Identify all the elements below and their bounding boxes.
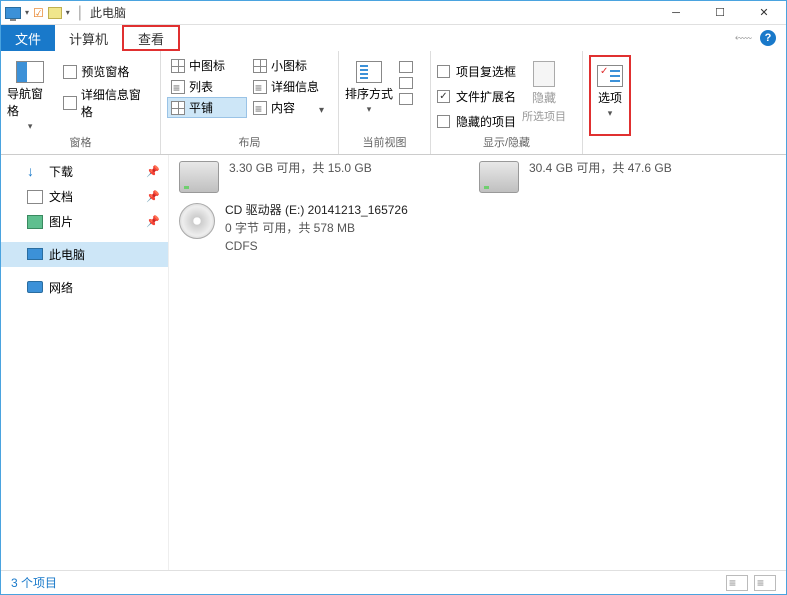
qat-check-icon[interactable]: ☑ bbox=[33, 6, 44, 20]
minimize-button[interactable]: ─ bbox=[654, 1, 698, 24]
pin-icon: 📌 bbox=[146, 165, 160, 178]
maximize-button[interactable]: ☐ bbox=[698, 1, 742, 24]
layout-medium-icons[interactable]: 中图标 bbox=[167, 55, 247, 76]
titlebar: ▾ ☑ ▾ | 此电脑 ─ ☐ ✕ bbox=[1, 1, 786, 25]
hide-selected-button[interactable]: 隐藏 所选项目 bbox=[522, 55, 566, 132]
sort-by-button[interactable]: 排序方式 ▾ bbox=[345, 55, 393, 132]
drive-freespace: 3.30 GB 可用，共 15.0 GB bbox=[229, 159, 372, 177]
file-extensions-toggle[interactable]: ✓文件扩展名 bbox=[437, 86, 516, 107]
ribbon: 导航窗格 ▾ 预览窗格 详细信息窗格 窗格 中图标 小图标 bbox=[1, 51, 786, 155]
list-icon bbox=[171, 80, 185, 94]
layout-group-label: 布局 bbox=[167, 132, 332, 154]
drive-title: CD 驱动器 (E:) 20141213_165726 bbox=[225, 201, 408, 219]
pin-icon: 📌 bbox=[146, 190, 160, 203]
layout-details[interactable]: 详细信息 bbox=[249, 76, 329, 97]
preview-pane-icon bbox=[63, 65, 77, 79]
tab-computer[interactable]: 计算机 bbox=[55, 25, 122, 51]
drive-filesystem: CDFS bbox=[225, 237, 408, 255]
options-button[interactable]: 选项 ▾ bbox=[597, 59, 623, 119]
item-count: 3 个项目 bbox=[11, 574, 57, 591]
layout-content[interactable]: 内容 bbox=[249, 97, 315, 118]
sidebar-item-pictures[interactable]: 图片 📌 bbox=[1, 209, 168, 234]
hide-icon bbox=[533, 61, 555, 87]
thispc-icon bbox=[27, 248, 43, 262]
tiles-icon bbox=[171, 101, 185, 115]
tab-view[interactable]: 查看 bbox=[122, 25, 180, 51]
size-columns-icon[interactable] bbox=[399, 93, 413, 105]
view-large-toggle[interactable] bbox=[754, 575, 776, 591]
details-icon bbox=[253, 80, 267, 94]
drive-freespace: 0 字节 可用，共 578 MB bbox=[225, 219, 408, 237]
navigation-pane-icon bbox=[16, 61, 44, 83]
window-title: 此电脑 bbox=[90, 4, 126, 21]
qat-more[interactable]: ▾ bbox=[66, 8, 70, 17]
preview-pane-button[interactable]: 预览窗格 bbox=[59, 61, 154, 82]
app-icon bbox=[5, 7, 21, 19]
close-button[interactable]: ✕ bbox=[742, 1, 786, 24]
content-area: 3.30 GB 可用，共 15.0 GB 30.4 GB 可用，共 47.6 G… bbox=[169, 155, 786, 570]
small-icons-icon bbox=[253, 59, 267, 73]
drive-item-cd[interactable]: CD 驱动器 (E:) 20141213_165726 0 字节 可用，共 57… bbox=[179, 201, 439, 255]
pin-icon: 📌 bbox=[146, 215, 160, 228]
layout-list[interactable]: 列表 bbox=[167, 76, 247, 97]
network-icon bbox=[27, 281, 43, 295]
layout-tiles[interactable]: 平铺 bbox=[167, 97, 247, 118]
sidebar-item-downloads[interactable]: 下载 📌 bbox=[1, 159, 168, 184]
drive-item[interactable]: 3.30 GB 可用，共 15.0 GB bbox=[179, 159, 439, 193]
layout-more[interactable]: ▾ bbox=[317, 103, 326, 118]
navigation-pane-button[interactable]: 导航窗格 ▾ bbox=[7, 55, 53, 132]
drive-item[interactable]: 30.4 GB 可用，共 47.6 GB bbox=[479, 159, 739, 193]
sort-icon bbox=[356, 61, 382, 83]
menu-tabs: 文件 计算机 查看 ⬳ ? bbox=[1, 25, 786, 51]
hdd-icon bbox=[179, 161, 219, 193]
minimize-ribbon-icon[interactable]: ⬳ bbox=[735, 31, 752, 46]
options-icon bbox=[597, 65, 623, 87]
options-highlight: 选项 ▾ bbox=[589, 55, 631, 136]
layout-small-icons[interactable]: 小图标 bbox=[249, 55, 329, 76]
medium-icons-icon bbox=[171, 59, 185, 73]
qat-dropdown[interactable]: ▾ bbox=[25, 8, 29, 17]
sidebar-item-documents[interactable]: 文档 📌 bbox=[1, 184, 168, 209]
hidden-items-toggle[interactable]: 隐藏的项目 bbox=[437, 111, 516, 132]
hdd-icon bbox=[479, 161, 519, 193]
showhide-group-label: 显示/隐藏 bbox=[437, 132, 576, 154]
statusbar: 3 个项目 bbox=[1, 570, 786, 594]
navigation-sidebar: 下载 📌 文档 📌 图片 📌 此电脑 网络 bbox=[1, 155, 169, 570]
pictures-icon bbox=[27, 215, 43, 229]
qat-folder-icon[interactable] bbox=[48, 7, 62, 19]
disc-icon bbox=[179, 203, 215, 239]
tab-file[interactable]: 文件 bbox=[1, 25, 55, 51]
add-columns-icon[interactable] bbox=[399, 77, 413, 89]
help-icon[interactable]: ? bbox=[760, 30, 776, 46]
details-pane-icon bbox=[63, 96, 77, 110]
currentview-group-label: 当前视图 bbox=[345, 132, 424, 154]
content-icon bbox=[253, 101, 267, 115]
group-by-icon[interactable] bbox=[399, 61, 413, 73]
drive-freespace: 30.4 GB 可用，共 47.6 GB bbox=[529, 159, 672, 177]
item-checkboxes-toggle[interactable]: 项目复选框 bbox=[437, 61, 516, 82]
download-icon bbox=[27, 165, 43, 179]
view-details-toggle[interactable] bbox=[726, 575, 748, 591]
documents-icon bbox=[27, 190, 43, 204]
sidebar-item-thispc[interactable]: 此电脑 bbox=[1, 242, 168, 267]
panes-group-label: 窗格 bbox=[7, 132, 154, 154]
sidebar-item-network[interactable]: 网络 bbox=[1, 275, 168, 300]
details-pane-button[interactable]: 详细信息窗格 bbox=[59, 84, 154, 122]
